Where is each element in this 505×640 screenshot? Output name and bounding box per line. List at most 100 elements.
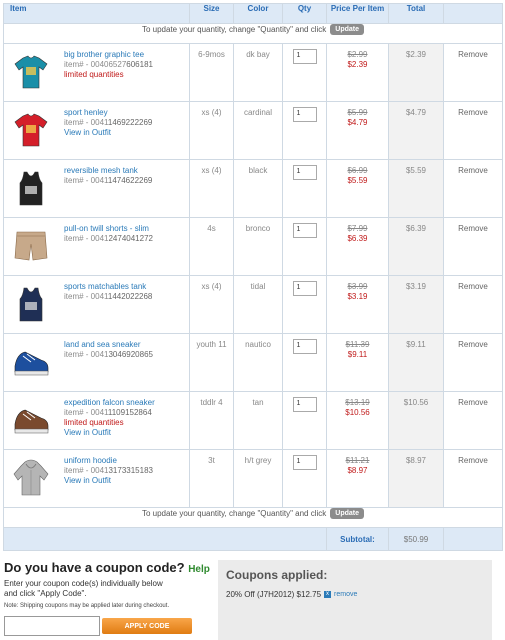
- coupon-note: Note: Shipping coupons may be applied la…: [4, 603, 170, 609]
- hoodie-icon[interactable]: [8, 455, 54, 501]
- original-price: $7.99: [347, 224, 368, 233]
- limited-quantities-flag: limited quantities: [64, 70, 124, 79]
- product-color: h/t grey: [233, 449, 283, 508]
- remove-item-link[interactable]: Remove: [443, 333, 503, 392]
- coupons-applied-panel: Coupons applied: 20% Off (J7H2012) $12.7…: [218, 560, 492, 640]
- tank-top-icon[interactable]: [8, 281, 54, 327]
- remove-item-link[interactable]: Remove: [443, 159, 503, 218]
- cart-header-row: Item Size Color Qty Price Per Item Total: [3, 3, 503, 24]
- product-size: tddlr 4: [189, 391, 234, 450]
- header-size: Size: [189, 3, 234, 24]
- line-total: $4.79: [388, 101, 444, 160]
- cart-item-row: reversible mesh tank item# - 004114746222…: [3, 159, 503, 218]
- update-notice-text: To update your quantity, change "Quantit…: [141, 25, 327, 34]
- limited-quantities-flag: limited quantities: [64, 418, 124, 427]
- cart-item-row: land and sea sneaker item# - 004130469208…: [3, 333, 503, 392]
- coupon-code-input[interactable]: [4, 616, 100, 636]
- update-notice-text: To update your quantity, change "Quantit…: [141, 509, 327, 518]
- quantity-input[interactable]: 1: [292, 107, 317, 122]
- product-size: xs (4): [189, 275, 234, 334]
- product-item-number: item# - 00406527606181: [64, 60, 153, 69]
- line-total: $3.19: [388, 275, 444, 334]
- update-button[interactable]: Update: [330, 24, 365, 35]
- cart-table: Item Size Color Qty Price Per Item Total…: [3, 3, 503, 551]
- product-size: 6-9mos: [189, 43, 234, 102]
- line-total: $2.39: [388, 43, 444, 102]
- product-size: xs (4): [189, 159, 234, 218]
- sale-price: $6.39: [347, 234, 368, 243]
- apply-code-button[interactable]: APPLY CODE: [102, 618, 192, 634]
- product-color: tan: [233, 391, 283, 450]
- subtotal-label: Subtotal:: [326, 527, 389, 551]
- original-price: $5.99: [347, 108, 368, 117]
- sale-price: $5.59: [347, 176, 368, 185]
- coupon-instructions-line1: Enter your coupon code(s) individually b…: [4, 579, 163, 588]
- product-item-number: item# - 00413046920865: [64, 350, 153, 359]
- view-in-outfit-link[interactable]: View in Outfit: [64, 428, 155, 438]
- cart-item-row: uniform hoodie item# - 00413173315183 View…: [3, 449, 503, 508]
- product-item-number: item# - 00411109152864: [64, 408, 152, 417]
- product-color: tidal: [233, 275, 283, 334]
- coupon-instructions-line2: and click "Apply Code".: [4, 589, 87, 598]
- tshirt-icon[interactable]: [8, 49, 54, 95]
- tank-top-icon[interactable]: [8, 165, 54, 211]
- product-color: dk bay: [233, 43, 283, 102]
- header-item: Item: [3, 3, 190, 24]
- remove-item-link[interactable]: Remove: [443, 43, 503, 102]
- update-notice-top: To update your quantity, change "Quantit…: [3, 23, 503, 44]
- tshirt-icon[interactable]: [8, 107, 54, 153]
- view-in-outfit-link[interactable]: View in Outfit: [64, 476, 153, 486]
- original-price: $3.99: [347, 282, 368, 291]
- quantity-input[interactable]: 1: [292, 49, 317, 64]
- sale-price: $2.39: [347, 60, 368, 69]
- quantity-input[interactable]: 1: [292, 397, 317, 412]
- shorts-icon[interactable]: [8, 223, 54, 269]
- remove-item-link[interactable]: Remove: [443, 449, 503, 508]
- update-button[interactable]: Update: [330, 508, 365, 519]
- line-total: $5.59: [388, 159, 444, 218]
- coupon-title: Do you have a coupon code?: [4, 560, 185, 575]
- coupons-applied-title: Coupons applied:: [226, 568, 328, 582]
- remove-item-link[interactable]: Remove: [443, 217, 503, 276]
- sneaker-icon[interactable]: [8, 397, 54, 443]
- coupon-help-link[interactable]: Help: [188, 564, 210, 575]
- remove-item-link[interactable]: Remove: [443, 101, 503, 160]
- product-item-number: item# - 00413173315183: [64, 466, 153, 475]
- cart-item-row: pull-on twill shorts - slim item# - 00412…: [3, 217, 503, 276]
- quantity-input[interactable]: 1: [292, 281, 317, 296]
- product-color: bronco: [233, 217, 283, 276]
- cart-item-row: big brother graphic tee item# - 004065276…: [3, 43, 503, 102]
- remove-item-link[interactable]: Remove: [443, 275, 503, 334]
- sneaker-icon[interactable]: [8, 339, 54, 385]
- product-name-link[interactable]: uniform hoodie: [64, 456, 153, 466]
- product-name-link[interactable]: big brother graphic tee: [64, 50, 153, 60]
- product-name-link[interactable]: land and sea sneaker: [64, 340, 153, 350]
- cart-item-row: sports matchables tank item# - 0041144202…: [3, 275, 503, 334]
- product-name-link[interactable]: sports matchables tank: [64, 282, 152, 292]
- product-name-link[interactable]: pull-on twill shorts - slim: [64, 224, 153, 234]
- subtotal-row: Subtotal: $50.99: [3, 527, 503, 551]
- original-price: $6.99: [347, 166, 368, 175]
- original-price: $13.19: [345, 398, 370, 407]
- shopping-cart: Item Size Color Qty Price Per Item Total…: [3, 3, 503, 551]
- quantity-input[interactable]: 1: [292, 165, 317, 180]
- sale-price: $3.19: [347, 292, 368, 301]
- quantity-input[interactable]: 1: [292, 339, 317, 354]
- sale-price: $4.79: [347, 118, 368, 127]
- line-total: $9.11: [388, 333, 444, 392]
- remove-coupon-icon[interactable]: x: [324, 591, 332, 598]
- remove-coupon-link[interactable]: remove: [334, 591, 357, 598]
- update-notice-bottom: To update your quantity, change "Quantit…: [3, 507, 503, 528]
- product-name-link[interactable]: expedition falcon sneaker: [64, 398, 155, 408]
- sale-price: $9.11: [347, 350, 368, 359]
- quantity-input[interactable]: 1: [292, 223, 317, 238]
- product-name-link[interactable]: reversible mesh tank: [64, 166, 152, 176]
- coupon-entry-panel: Do you have a coupon code? Help Enter yo…: [4, 560, 214, 636]
- product-name-link[interactable]: sport henley: [64, 108, 152, 118]
- line-total: $8.97: [388, 449, 444, 508]
- product-size: 4s: [189, 217, 234, 276]
- view-in-outfit-link[interactable]: View in Outfit: [64, 128, 152, 138]
- remove-item-link[interactable]: Remove: [443, 391, 503, 450]
- quantity-input[interactable]: 1: [292, 455, 317, 470]
- product-color: black: [233, 159, 283, 218]
